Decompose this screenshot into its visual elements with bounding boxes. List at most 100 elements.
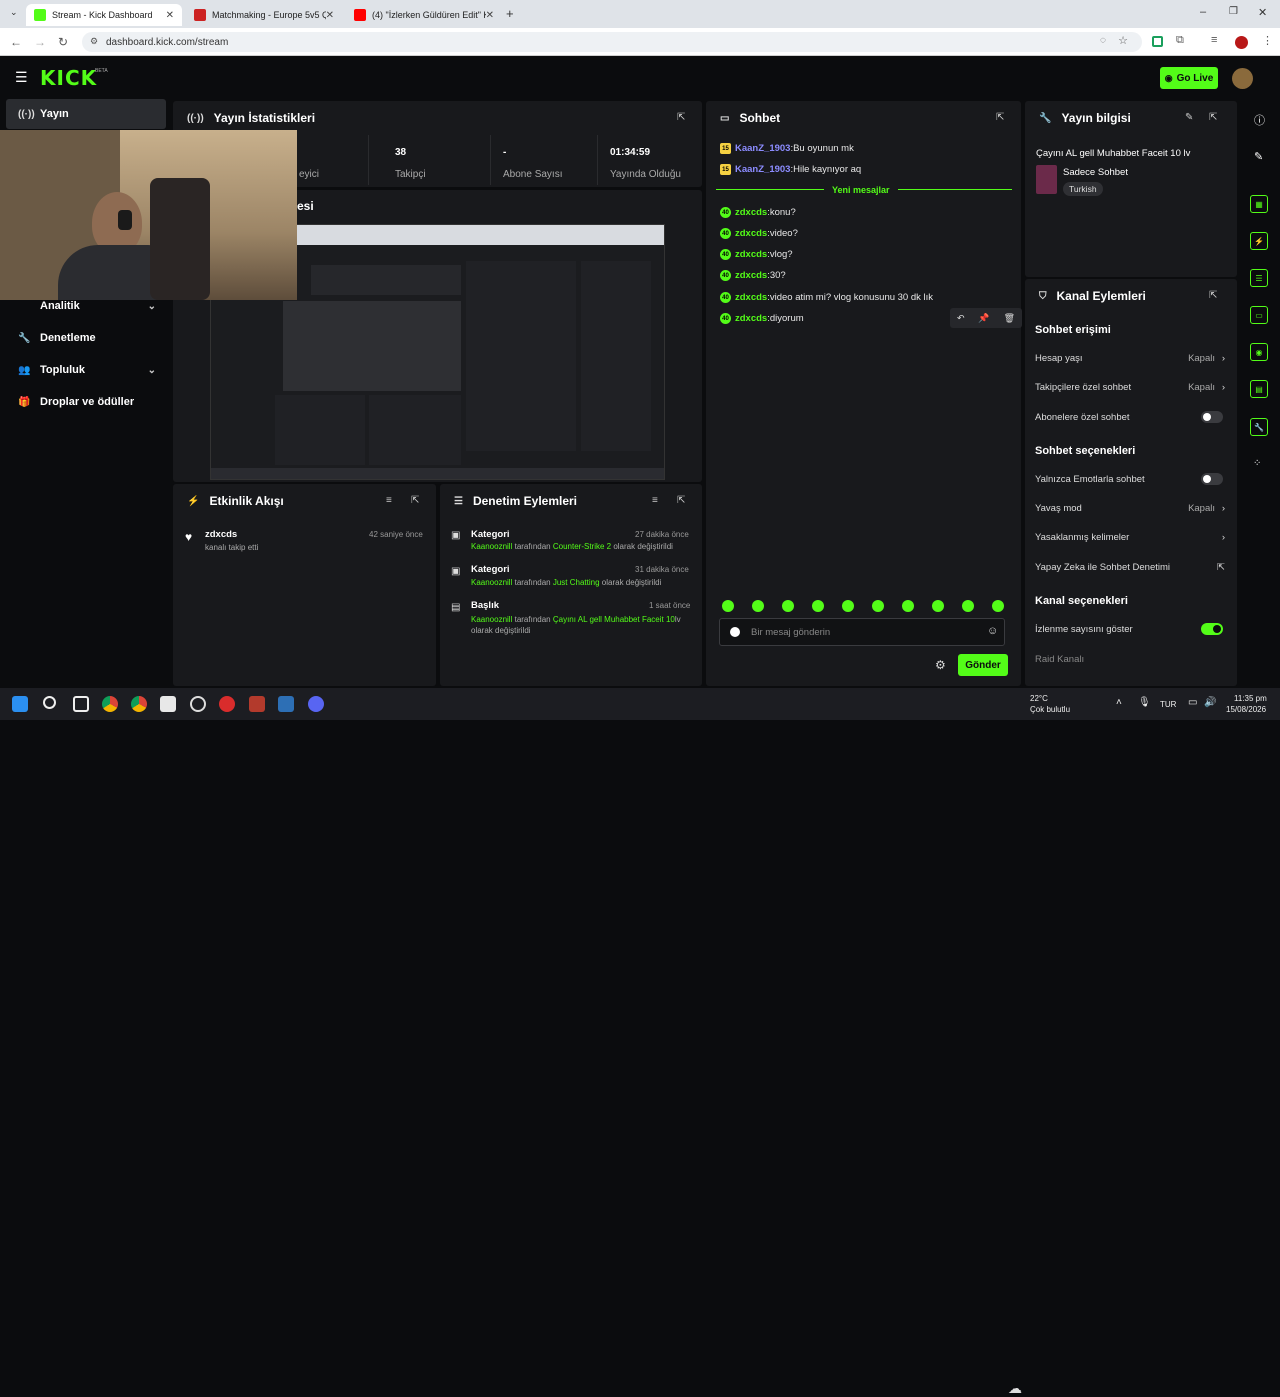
faceit-app-icon[interactable] bbox=[219, 696, 235, 712]
menu-list-icon[interactable]: ≡ bbox=[1211, 34, 1217, 46]
filter-icon[interactable]: ≡ bbox=[652, 495, 658, 506]
chat-username[interactable]: zdxcds bbox=[735, 292, 767, 303]
edit-pencil-icon[interactable]: ✎ bbox=[1254, 150, 1263, 163]
followers-only-row[interactable]: Takipçilere özel sohbet Kapalı › bbox=[1035, 382, 1225, 393]
close-tab-icon[interactable]: ✕ bbox=[166, 10, 174, 21]
chat-username[interactable]: KaanZ_1903 bbox=[735, 164, 790, 175]
emote-icon[interactable] bbox=[842, 600, 854, 612]
chrome-icon[interactable] bbox=[102, 696, 118, 712]
emote-icon[interactable] bbox=[752, 600, 764, 612]
rail-wrench-icon[interactable]: 🔧 bbox=[1250, 418, 1268, 436]
windows-start-icon[interactable] bbox=[12, 696, 28, 712]
rail-stats-icon[interactable]: ▦ bbox=[1250, 195, 1268, 213]
chat-message[interactable]: 40 zdxcds: 30? bbox=[720, 270, 786, 281]
popout-icon[interactable]: ⇱ bbox=[677, 495, 685, 506]
profile-avatar-icon[interactable] bbox=[1235, 36, 1248, 49]
rail-bolt-icon[interactable]: ⚡ bbox=[1250, 232, 1268, 250]
banned-words-row[interactable]: Yasaklanmış kelimeler › bbox=[1035, 532, 1225, 543]
chat-username[interactable]: zdxcds bbox=[735, 228, 767, 239]
sidebar-item-droplar[interactable]: 🎁 Droplar ve ödüller bbox=[6, 387, 166, 417]
edit-pencil-icon[interactable]: ✎ bbox=[1185, 112, 1193, 123]
sidebar-item-topluluk[interactable]: 👥 Topluluk ⌄ bbox=[6, 355, 166, 385]
emote-icon[interactable] bbox=[872, 600, 884, 612]
rail-broadcast-icon[interactable]: ◉ bbox=[1250, 343, 1268, 361]
task-view-icon[interactable] bbox=[73, 696, 89, 712]
eye-off-icon[interactable]: ◌ bbox=[1100, 35, 1106, 46]
chat-settings-icon[interactable]: ⚙ bbox=[935, 658, 946, 672]
emote-icon[interactable] bbox=[992, 600, 1004, 612]
emote-icon[interactable] bbox=[782, 600, 794, 612]
restore-icon[interactable]: ❐ bbox=[1229, 6, 1238, 17]
address-bar[interactable]: ⚙ dashboard.kick.com/stream ◌ ☆ bbox=[82, 32, 1142, 52]
emote-icon[interactable] bbox=[932, 600, 944, 612]
chat-username[interactable]: zdxcds bbox=[735, 270, 767, 281]
tray-chevron-icon[interactable]: ˄ bbox=[1116, 697, 1122, 708]
info-icon[interactable]: ⓘ bbox=[1254, 112, 1265, 128]
mod-user[interactable]: Kaanooznill bbox=[471, 615, 512, 624]
language-indicator[interactable]: TUR bbox=[1160, 700, 1176, 709]
weather-icon[interactable]: ☁ bbox=[1008, 1380, 1022, 1397]
chat-input[interactable]: Bir mesaj gönderin ☺ bbox=[719, 618, 1005, 646]
emote-icon[interactable] bbox=[962, 600, 974, 612]
puzzle-icon[interactable]: ⧉ bbox=[1176, 34, 1184, 47]
forward-icon[interactable]: → bbox=[34, 35, 46, 49]
chat-message[interactable]: 40 zdxcds: vlog? bbox=[720, 249, 793, 260]
chat-username[interactable]: zdxcds bbox=[735, 249, 767, 260]
chat-message[interactable]: 40 zdxcds: video? bbox=[720, 228, 798, 239]
tag-chip[interactable]: Turkish bbox=[1063, 182, 1103, 196]
clock-time[interactable]: 11:35 pm bbox=[1234, 694, 1267, 703]
popout-icon[interactable]: ⇱ bbox=[677, 112, 685, 123]
send-button[interactable]: Gönder bbox=[958, 654, 1008, 676]
bookmark-star-icon[interactable]: ☆ bbox=[1118, 34, 1128, 47]
close-tab-icon[interactable]: ✕ bbox=[486, 10, 494, 21]
popout-icon[interactable]: ⇱ bbox=[1209, 290, 1217, 301]
reply-icon[interactable]: ↶ bbox=[957, 313, 965, 324]
emote-icon[interactable] bbox=[902, 600, 914, 612]
extension-icon[interactable] bbox=[1152, 36, 1163, 47]
show-viewers-toggle[interactable] bbox=[1201, 623, 1223, 635]
browser-tab-kick-dashboard[interactable]: Stream - Kick Dashboard ✕ bbox=[26, 4, 182, 26]
kick-logo[interactable]: KICK bbox=[40, 66, 97, 90]
mod-user[interactable]: Kaanooznill bbox=[471, 542, 512, 551]
app-icon[interactable] bbox=[160, 696, 176, 712]
popout-icon[interactable]: ⇱ bbox=[411, 495, 419, 506]
emote-only-toggle[interactable] bbox=[1201, 473, 1223, 485]
obs-icon[interactable] bbox=[190, 696, 206, 712]
site-info-icon[interactable]: ⚙ bbox=[90, 36, 98, 47]
rail-list-icon[interactable]: ☰ bbox=[1250, 269, 1268, 287]
chat-username[interactable]: zdxcds bbox=[735, 207, 767, 218]
hamburger-menu-icon[interactable]: ☰ bbox=[15, 69, 28, 86]
pin-icon[interactable]: 📌 bbox=[978, 313, 989, 324]
shield-app-icon[interactable] bbox=[249, 696, 265, 712]
search-icon[interactable] bbox=[43, 696, 56, 709]
reload-icon[interactable]: ↻ bbox=[58, 35, 68, 49]
chat-message[interactable]: 40 zdxcds: diyorum bbox=[720, 313, 804, 324]
slow-mode-row[interactable]: Yavaş mod Kapalı › bbox=[1035, 503, 1225, 514]
mod-user[interactable]: Kaanooznill bbox=[471, 578, 512, 587]
browser-tab-matchmaking[interactable]: Matchmaking - Europe 5v5 Qu ✕ bbox=[186, 4, 342, 26]
account-age-row[interactable]: Hesap yaşı Kapalı › bbox=[1035, 353, 1225, 364]
user-avatar[interactable] bbox=[1232, 68, 1253, 89]
browser-tab-youtube[interactable]: (4) "İzlerken Güldüren Edit" Kick ✕ bbox=[346, 4, 502, 26]
emoji-icon[interactable]: ☺ bbox=[987, 625, 998, 637]
sidebar-item-yayin[interactable]: ((·)) Yayın bbox=[6, 99, 166, 129]
chat-username[interactable]: zdxcds bbox=[735, 313, 767, 324]
minimize-icon[interactable]: – bbox=[1200, 6, 1206, 18]
emote-icon[interactable] bbox=[812, 600, 824, 612]
discord-icon[interactable] bbox=[308, 696, 324, 712]
browser-menu-icon[interactable]: ⋮ bbox=[1262, 34, 1273, 47]
chat-message[interactable]: 40 zdxcds: video atim mi? vlog konusunu 3… bbox=[720, 292, 933, 303]
clock-date[interactable]: 15/08/2026 bbox=[1226, 705, 1266, 714]
emote-icon[interactable] bbox=[722, 600, 734, 612]
subs-only-toggle[interactable] bbox=[1201, 411, 1223, 423]
chat-message[interactable]: 40 zdxcds: konu? bbox=[720, 207, 796, 218]
chat-username[interactable]: KaanZ_1903 bbox=[735, 143, 790, 154]
close-tab-icon[interactable]: ✕ bbox=[326, 10, 334, 21]
rail-more-icon[interactable]: ⁘ bbox=[1253, 458, 1261, 469]
close-window-icon[interactable]: ✕ bbox=[1258, 6, 1267, 19]
popout-icon[interactable]: ⇱ bbox=[1209, 112, 1217, 123]
ai-moderation-row[interactable]: Yapay Zeka ile Sohbet Denetimi ⇱ bbox=[1035, 562, 1225, 573]
delete-icon[interactable]: 🗑 bbox=[1004, 313, 1015, 324]
volume-icon[interactable]: 🔊 bbox=[1204, 697, 1216, 708]
chrome-active-icon[interactable] bbox=[131, 696, 147, 712]
